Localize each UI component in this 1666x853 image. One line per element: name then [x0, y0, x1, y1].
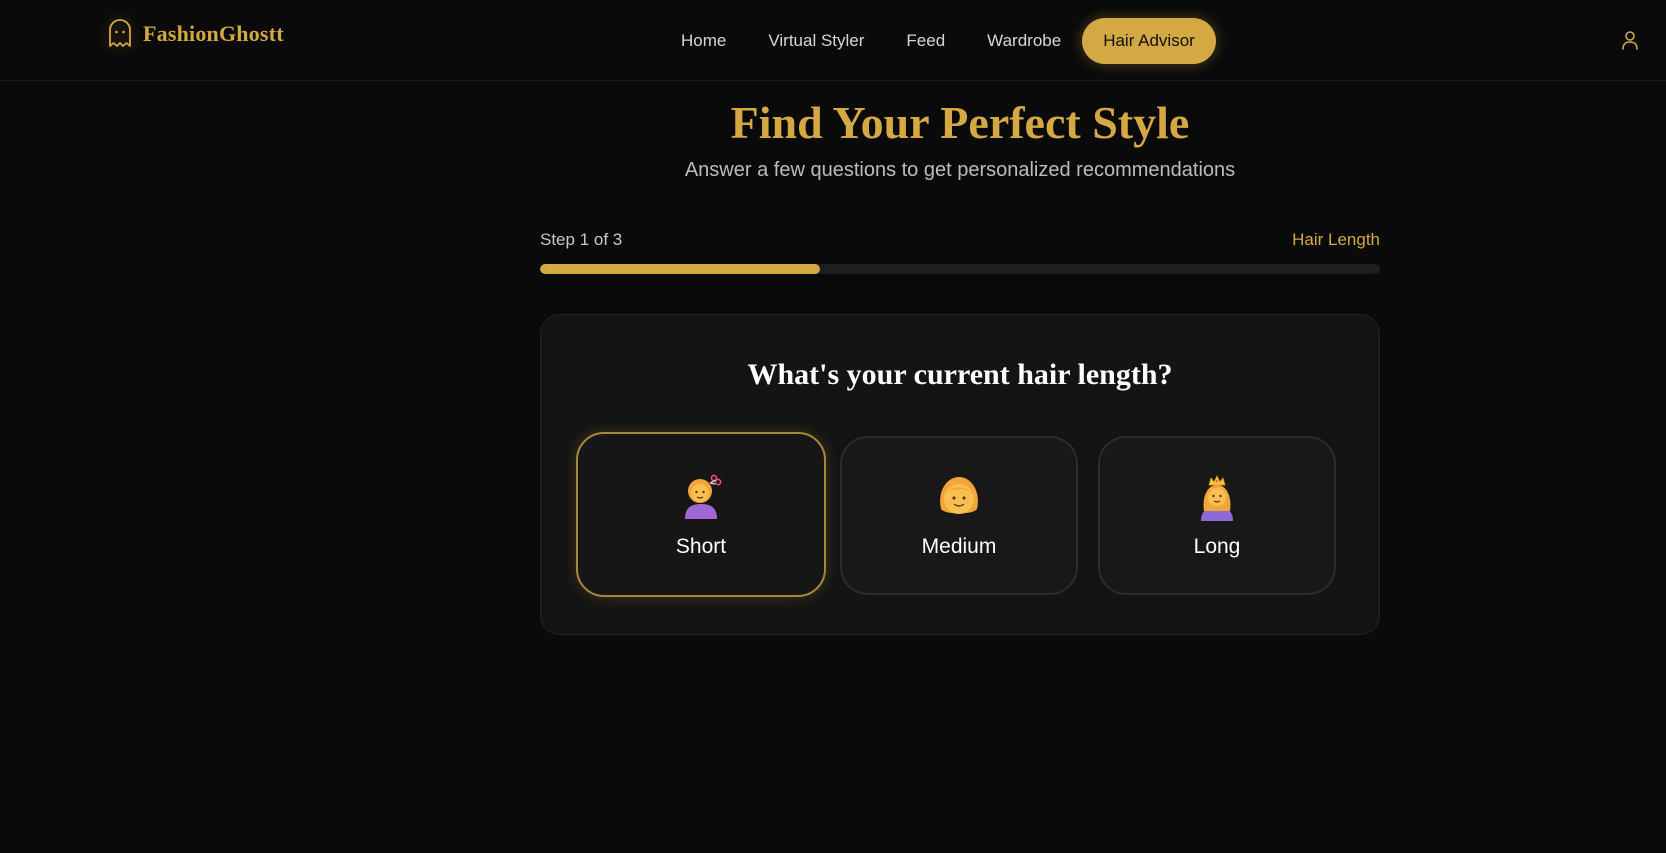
hero-section: Find Your Perfect Style Answer a few que…: [540, 97, 1380, 182]
nav-item-home[interactable]: Home: [660, 18, 747, 64]
option-label: Medium: [921, 534, 997, 558]
main-nav: Home Virtual Styler Feed Wardrobe Hair A…: [660, 18, 1216, 64]
page-title: Find Your Perfect Style: [730, 97, 1190, 148]
ghost-icon: [109, 19, 131, 47]
princess-icon: [1193, 473, 1241, 523]
step-name: Hair Length: [1292, 230, 1380, 249]
page-subtitle: Answer a few questions to get personaliz…: [684, 159, 1236, 181]
option-label: Short: [675, 534, 727, 558]
question-card: What's your current hair length? Short M…: [540, 314, 1380, 635]
nav-item-virtual-styler[interactable]: Virtual Styler: [747, 18, 885, 64]
user-icon[interactable]: [1621, 30, 1639, 50]
nav-item-hair-advisor[interactable]: Hair Advisor: [1082, 18, 1216, 64]
woman-getting-haircut-icon: [677, 471, 725, 521]
question-title: What's your current hair length?: [747, 358, 1173, 391]
progress-bar: [540, 264, 1380, 274]
progress-bar-fill: [540, 264, 820, 274]
answer-options: Short Medium Long: [576, 432, 1336, 597]
step-indicator: Step 1 of 3: [540, 230, 623, 249]
option-short[interactable]: Short: [576, 432, 826, 597]
brand-logo[interactable]: FashionGhostt: [107, 18, 284, 50]
progress-section: Step 1 of 3 Hair Length: [540, 230, 1380, 274]
nav-item-feed[interactable]: Feed: [885, 18, 966, 64]
top-navbar: FashionGhostt Home Virtual Styler Feed W…: [0, 0, 1666, 81]
nav-item-wardrobe[interactable]: Wardrobe: [966, 18, 1082, 64]
brand-name: FashionGhostt: [143, 21, 284, 46]
option-label: Long: [1193, 534, 1241, 558]
woman-icon: [935, 473, 983, 523]
option-long[interactable]: Long: [1098, 436, 1336, 595]
option-medium[interactable]: Medium: [840, 436, 1078, 595]
